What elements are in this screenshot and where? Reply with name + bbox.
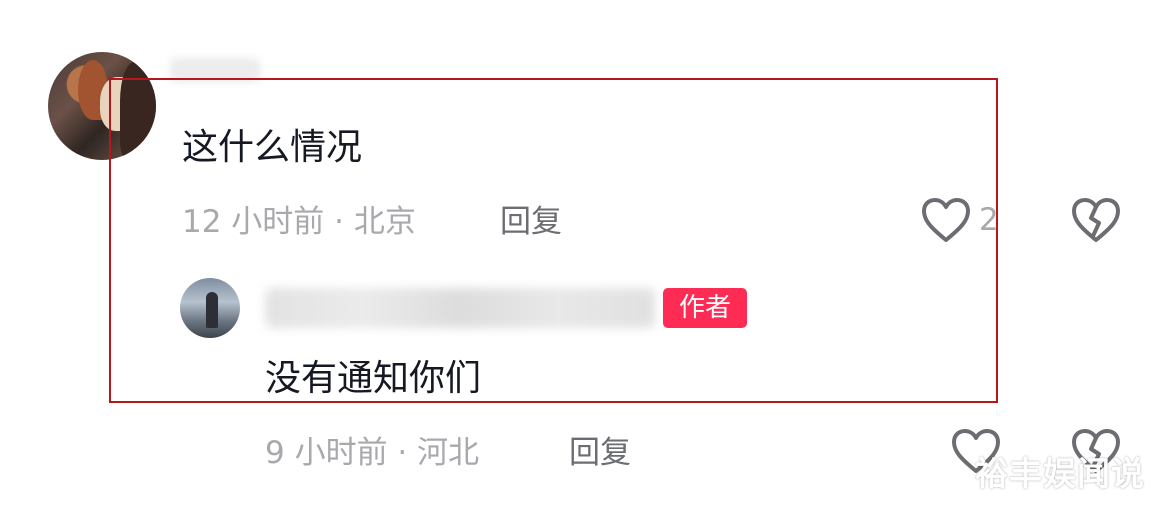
highlight-annotation-box (109, 78, 998, 403)
watermark: 裕丰娱闻说 (975, 454, 1145, 493)
reply-reply-button[interactable]: 回复 (569, 433, 631, 473)
dislike-heart-icon[interactable] (1070, 196, 1122, 244)
reply-meta: 9 小时前 · 河北 (265, 435, 480, 471)
